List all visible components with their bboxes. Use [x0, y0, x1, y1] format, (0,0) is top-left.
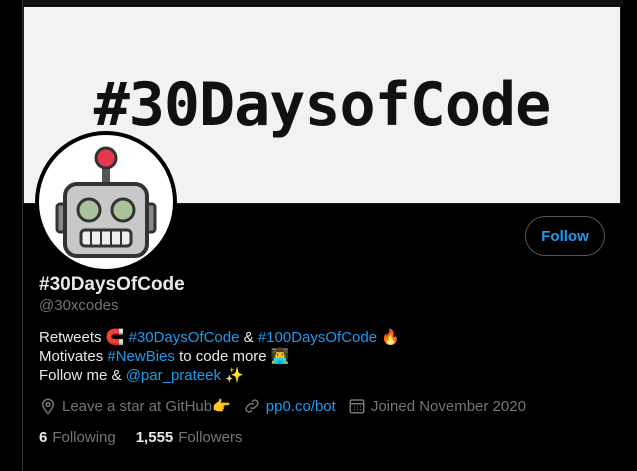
- hashtag-link-30daysofcode[interactable]: #30DaysOfCode: [129, 329, 240, 346]
- display-name: #30DaysOfCode: [39, 274, 185, 295]
- top-divider: [23, 0, 623, 5]
- user-handle: @30xcodes: [39, 297, 119, 314]
- website-item: pp0.co/bot: [243, 397, 336, 415]
- banner-text: #30DaysofCode: [93, 70, 552, 140]
- following-link[interactable]: 6 Following: [39, 429, 116, 446]
- location-pin-icon: [41, 398, 55, 415]
- profile-bio: Retweets 🧲 #30DaysOfCode & #100DaysOfCod…: [39, 328, 400, 385]
- follow-button[interactable]: Follow: [525, 216, 605, 256]
- location-item: Leave a star at GitHub👉: [39, 397, 231, 415]
- hashtag-link-newbies[interactable]: #NewBies: [107, 348, 175, 365]
- bio-text: &: [243, 329, 254, 346]
- magnet-emoji: 🧲: [105, 328, 125, 346]
- bio-text: Motivates: [39, 348, 104, 365]
- followers-label: Followers: [178, 429, 243, 446]
- robot-avatar-icon: [55, 146, 157, 258]
- mention-link[interactable]: @par_prateek: [126, 367, 221, 384]
- bio-text: Follow me &: [39, 367, 122, 384]
- bio-text: Retweets: [39, 329, 102, 346]
- sparkles-emoji: ✨: [225, 366, 244, 384]
- coder-emoji: 👨‍💻: [270, 347, 290, 365]
- website-link[interactable]: pp0.co/bot: [266, 398, 336, 415]
- fire-emoji: 🔥: [381, 328, 400, 346]
- location-text: Leave a star at GitHub👉: [62, 398, 231, 415]
- bio-line-3: Follow me & @par_prateek ✨: [39, 366, 400, 385]
- profile-stats: 6 Following 1,555 Followers: [39, 429, 262, 446]
- hashtag-link-100daysofcode[interactable]: #100DaysOfCode: [258, 329, 377, 346]
- following-count: 6: [39, 429, 48, 446]
- following-label: Following: [52, 429, 116, 446]
- profile-meta: Leave a star at GitHub👉 pp0.co/bot Joine…: [39, 397, 538, 415]
- bio-line-2: Motivates #NewBies to code more 👨‍💻: [39, 347, 400, 366]
- joined-item: Joined November 2020: [348, 397, 526, 415]
- link-icon: [245, 399, 259, 413]
- bio-text: to code more: [179, 348, 267, 365]
- bio-line-1: Retweets 🧲 #30DaysOfCode & #100DaysOfCod…: [39, 328, 400, 347]
- avatar[interactable]: [35, 131, 177, 273]
- calendar-icon: [349, 399, 365, 414]
- joined-date: Joined November 2020: [370, 397, 526, 415]
- followers-link[interactable]: 1,555 Followers: [136, 429, 243, 446]
- followers-count: 1,555: [135, 429, 174, 446]
